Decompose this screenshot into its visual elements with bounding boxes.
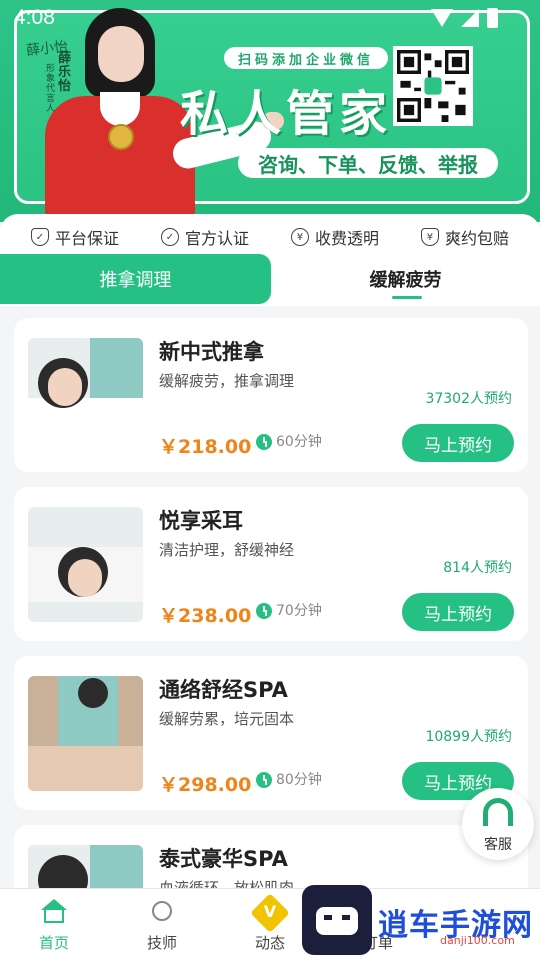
guarantee-item: ¥ 收费透明 <box>290 225 379 249</box>
badge-check-icon: ✓ <box>160 228 179 246</box>
banner-title: 私人管家 <box>180 86 393 142</box>
service-title: 泰式豪华SPA <box>159 847 288 871</box>
service-image <box>28 338 143 453</box>
tab-massage[interactable]: 推拿调理 <box>0 254 271 304</box>
booking-count: 814人预约 <box>443 560 512 576</box>
car-icon <box>316 907 358 935</box>
guarantee-item: ✓ 官方认证 <box>160 225 249 249</box>
guarantee-label: 收费透明 <box>314 229 379 248</box>
spokesperson-role: 形象代言人 <box>46 64 56 114</box>
shield-check-icon: ✓ <box>30 228 49 246</box>
yuan-circle-icon: ¥ <box>290 228 309 246</box>
technician-icon <box>152 901 172 921</box>
service-image <box>28 507 143 622</box>
yuan-shield-icon: ¥ <box>420 228 439 246</box>
service-price: ￥298.00 <box>159 774 252 796</box>
service-title: 悦享采耳 <box>159 509 243 533</box>
customer-service-label: 客服 <box>484 837 512 853</box>
nav-home[interactable]: 首页 <box>0 889 108 960</box>
booking-count: 10899人预约 <box>425 729 512 745</box>
service-subtitle: 缓解劳累，培元固本 <box>159 710 295 728</box>
service-price: ￥218.00 <box>159 436 252 458</box>
service-duration: 70分钟 <box>276 603 322 619</box>
book-now-button[interactable]: 马上预约 <box>402 424 514 462</box>
battery-icon <box>487 8 498 28</box>
watermark-logo <box>302 885 372 955</box>
customer-service-button[interactable]: 客服 <box>462 788 534 860</box>
watermark-url: danji100.com <box>440 934 515 947</box>
qr-code <box>393 46 473 126</box>
service-title: 新中式推拿 <box>159 340 264 364</box>
category-tabs: 推拿调理 缓解疲劳 <box>0 254 540 306</box>
nav-label: 技师 <box>146 934 177 952</box>
guarantee-label: 平台保证 <box>54 229 119 248</box>
banner-services: 咨询、下单、反馈、举报 <box>238 148 498 178</box>
tab-underline <box>392 296 422 299</box>
signal-icon <box>461 9 479 27</box>
service-card[interactable]: 悦享采耳 清洁护理，舒缓神经 814人预约 ￥238.00 70分钟 马上预约 <box>14 487 528 641</box>
service-card[interactable]: 通络舒经SPA 缓解劳累，培元固本 10899人预约 ￥298.00 80分钟 … <box>14 656 528 810</box>
scan-tag: 扫码添加企业微信 <box>224 47 388 69</box>
service-duration: 60分钟 <box>276 434 322 450</box>
service-duration: 80分钟 <box>276 772 322 788</box>
booking-count: 37302人预约 <box>425 391 512 407</box>
service-subtitle: 缓解疲劳，推拿调理 <box>159 372 295 390</box>
wifi-icon <box>431 9 453 27</box>
guarantee-item: ¥ 爽约包赔 <box>420 225 509 249</box>
nav-technician[interactable]: 技师 <box>108 889 216 960</box>
qr-code-icon <box>397 50 469 122</box>
service-image <box>28 676 143 791</box>
clock-icon <box>256 772 272 788</box>
book-now-button[interactable]: 马上预约 <box>402 593 514 631</box>
guarantee-label: 官方认证 <box>184 229 249 248</box>
service-price: ￥238.00 <box>159 605 252 627</box>
promo-banner[interactable]: 4:08 薛小怡 薛乐怡 形象代言人 扫码添加企业微信 私人管家 咨询、下单、反… <box>0 0 540 222</box>
service-card[interactable]: 新中式推拿 缓解疲劳，推拿调理 37302人预约 ￥218.00 60分钟 马上… <box>14 318 528 472</box>
guarantee-label: 爽约包赔 <box>444 229 509 248</box>
service-title: 通络舒经SPA <box>159 678 288 702</box>
clock-icon <box>256 434 272 450</box>
status-icons <box>431 8 498 28</box>
home-icon-body <box>44 909 64 923</box>
nav-label: 首页 <box>38 934 69 952</box>
clock-icon <box>256 603 272 619</box>
service-subtitle: 清洁护理，舒缓神经 <box>159 541 295 559</box>
guarantee-item: ✓ 平台保证 <box>30 225 119 249</box>
headset-icon <box>483 798 513 826</box>
spokesperson-name: 薛乐怡 <box>58 51 72 94</box>
